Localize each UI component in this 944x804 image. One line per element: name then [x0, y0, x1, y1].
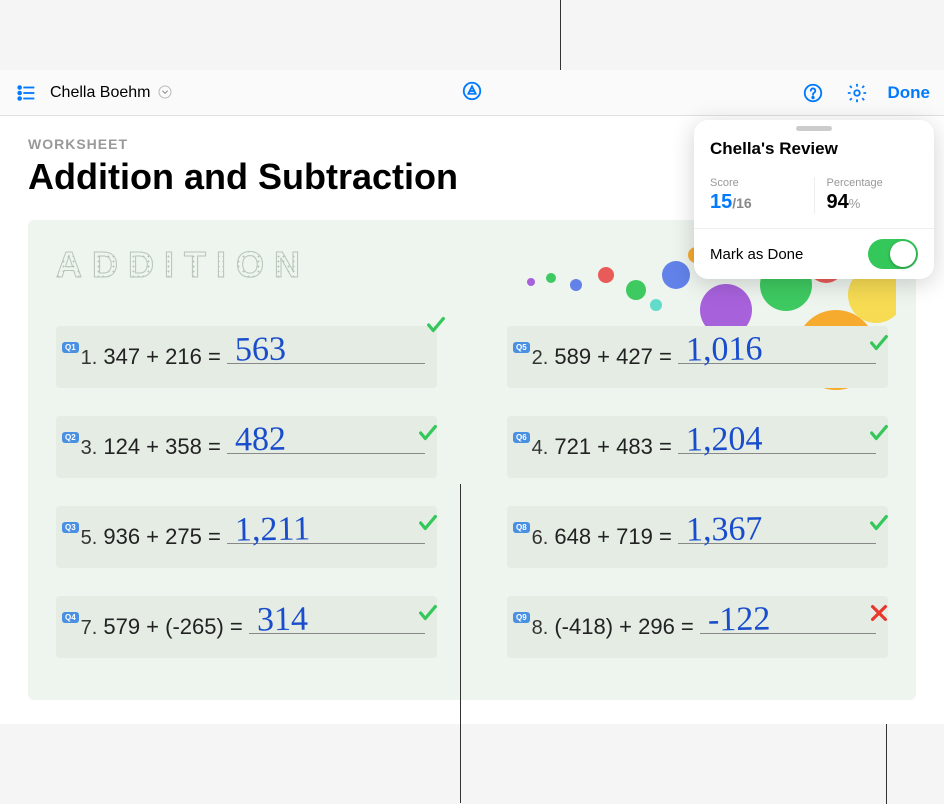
question-text: 124 + 358 =	[103, 434, 220, 460]
check-icon[interactable]	[868, 422, 890, 444]
handwritten-answer: 1,204	[685, 420, 762, 459]
worksheet-body: ADDITION Q11.347 + 216 =563Q52.589 + 427…	[28, 220, 916, 700]
question-row[interactable]: Q64.721 + 483 = 1,204	[507, 416, 888, 478]
question-badge: Q8	[513, 522, 530, 533]
handwritten-answer: 482	[234, 421, 286, 460]
check-icon[interactable]	[868, 512, 890, 534]
mark-done-label: Mark as Done	[710, 246, 803, 263]
mark-done-toggle[interactable]	[868, 239, 918, 269]
score-earned: 15	[710, 191, 732, 213]
question-text: 936 + 275 =	[103, 524, 220, 550]
question-badge: Q3	[62, 522, 79, 533]
check-icon[interactable]	[868, 332, 890, 354]
question-badge: Q4	[62, 612, 79, 623]
help-icon[interactable]	[800, 80, 826, 106]
question-text: 579 + (-265) =	[103, 614, 242, 640]
handwritten-answer: 1,016	[685, 330, 762, 369]
app-window: Chella Boehm Done WORKSHEET Addition and…	[0, 70, 944, 724]
question-badge: Q6	[513, 432, 530, 443]
percentage-label: Percentage	[827, 177, 919, 189]
question-row[interactable]: Q52.589 + 427 = 1,016	[507, 326, 888, 388]
question-badge: Q5	[513, 342, 530, 353]
answer-line[interactable]: 1,367	[678, 516, 876, 544]
question-text: 721 + 483 =	[554, 434, 671, 460]
question-row[interactable]: Q98.(-418) + 296 = -122	[507, 596, 888, 658]
question-number: 1.	[81, 347, 104, 370]
question-number: 2.	[532, 347, 555, 370]
question-row[interactable]: Q35.936 + 275 = 1,211	[56, 506, 437, 568]
callout-line-right	[886, 724, 887, 804]
question-number: 4.	[532, 437, 555, 460]
student-name-dropdown[interactable]: Chella Boehm	[50, 84, 173, 102]
markup-icon[interactable]	[459, 78, 485, 104]
question-number: 6.	[532, 527, 555, 550]
settings-icon[interactable]	[844, 80, 870, 106]
question-number: 3.	[81, 437, 104, 460]
answer-line[interactable]: 1,211	[227, 516, 425, 544]
score-stat: Score 15/16	[710, 177, 815, 214]
question-badge: Q1	[62, 342, 79, 353]
question-text: (-418) + 296 =	[554, 614, 693, 640]
handwritten-answer: 314	[256, 601, 308, 640]
question-number: 5.	[81, 527, 104, 550]
cross-icon[interactable]	[868, 602, 890, 624]
question-number: 7.	[81, 617, 104, 640]
question-row[interactable]: Q86.648 + 719 = 1,367	[507, 506, 888, 568]
handwritten-answer: -122	[707, 600, 770, 639]
review-panel[interactable]: Chella's Review Score 15/16 Percentage 9…	[694, 120, 934, 279]
percentage-stat: Percentage 94%	[815, 177, 919, 214]
answer-line[interactable]: 563	[227, 336, 425, 364]
question-text: 589 + 427 =	[554, 344, 671, 370]
question-number: 8.	[532, 617, 555, 640]
score-label: Score	[710, 177, 802, 189]
question-badge: Q9	[513, 612, 530, 623]
check-icon[interactable]	[425, 314, 447, 336]
question-row[interactable]: Q47.579 + (-265) = 314	[56, 596, 437, 658]
answer-line[interactable]: 1,204	[678, 426, 876, 454]
toolbar: Chella Boehm Done	[0, 70, 944, 116]
callout-line-top	[560, 0, 561, 70]
check-icon[interactable]	[417, 422, 439, 444]
questions-grid: Q11.347 + 216 = 563 Q52.589 + 427 = 1,016 Q2…	[56, 326, 888, 658]
answer-line[interactable]: 482	[227, 426, 425, 454]
check-icon[interactable]	[417, 602, 439, 624]
question-row[interactable]: Q23.124 + 358 = 482	[56, 416, 437, 478]
done-button[interactable]: Done	[888, 83, 931, 103]
question-text: 648 + 719 =	[554, 524, 671, 550]
score-total: 16	[736, 195, 752, 211]
check-icon[interactable]	[417, 512, 439, 534]
handwritten-answer: 563	[234, 331, 286, 370]
panel-grip[interactable]	[796, 126, 832, 131]
answer-line[interactable]: 1,016	[678, 336, 876, 364]
percentage-value: 94	[827, 191, 849, 213]
percentage-unit: %	[849, 196, 861, 211]
question-row[interactable]: Q11.347 + 216 = 563	[56, 326, 437, 388]
handwritten-answer: 1,211	[234, 510, 310, 549]
question-badge: Q2	[62, 432, 79, 443]
question-text: 347 + 216 =	[103, 344, 220, 370]
handwritten-answer: 1,367	[685, 510, 762, 549]
answer-line[interactable]: -122	[700, 606, 876, 634]
list-icon[interactable]	[14, 80, 40, 106]
answer-line[interactable]: 314	[249, 606, 425, 634]
review-title: Chella's Review	[694, 135, 934, 169]
